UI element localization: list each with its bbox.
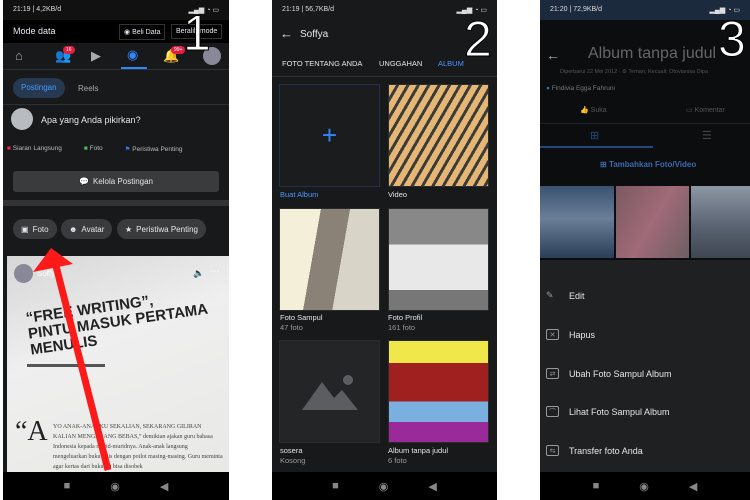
like-label: Suka [590,107,607,114]
album-name[interactable]: Video [388,190,407,199]
image-placeholder-icon [301,374,358,410]
image-icon: ⌒ [546,406,559,417]
menu-edit[interactable]: ✎ Edit [546,290,585,301]
comment-label: Komentar [694,107,725,114]
thumbs-up-icon: 👍 [580,107,591,114]
status-time: 21:20 | 72,9KB/d [550,6,603,13]
android-nav-bar: ■ ◉ ◀ [540,472,750,500]
album-count: 161 foto [388,323,416,332]
screen-1: 21:19 | 4,2KB/d ▂▄▆ ◔ ▭ Mode data ◉ Beli … [3,0,229,500]
album-sosera-thumb[interactable] [279,340,380,443]
liker-name: Findivia Egga Fahruni [551,85,615,92]
step-number: 3 [718,11,747,67]
album-name[interactable]: Foto Profil [388,313,422,322]
recents-icon[interactable]: ■ [64,480,71,492]
comment-button[interactable]: ▭ Komentar [686,106,725,114]
menu-label: Transfer foto Anda [569,445,643,456]
menu-label: Lihat Foto Sampul Album [569,406,670,417]
android-nav-bar: ■ ◉ ◀ [3,472,229,500]
add-photo-button[interactable]: ⊞ Tambahkan Foto/Video [600,160,696,169]
album-photo[interactable] [616,186,689,258]
folder-transfer-icon: ⇆ [546,445,559,456]
add-photo-label: Tambahkan Foto/Video [608,160,697,169]
album-subtitle: Diperbarui 22 Mei 2012 · ⚙ Teman; Kecual… [560,69,708,75]
screen-2: 21:19 | 56,7KB/d ▂▄▆ ◔ ▭ ← Soffya FOTO TE… [272,0,497,500]
album-cover-thumb[interactable] [279,208,380,311]
like-button[interactable]: 👍 Suka [580,106,607,114]
step-number: 1 [183,5,212,61]
android-nav-bar: ■ ◉ ◀ [272,472,497,500]
album-count: Kosong [280,456,306,465]
album-profile-thumb[interactable] [388,208,489,311]
red-arrow-annotation [33,248,112,471]
album-photo[interactable] [691,186,750,258]
home-button-icon[interactable]: ◉ [110,480,120,493]
album-name[interactable]: Buat Album [280,190,318,199]
swap-image-icon: ⇄ [546,368,559,379]
menu-change-cover[interactable]: ⇄ Ubah Foto Sampul Album [546,368,672,379]
album-count: 47 foto [280,323,303,332]
album-photo[interactable] [540,186,614,258]
album-count: 6 foto [388,456,407,465]
active-tab-indicator [540,146,653,148]
menu-view-cover[interactable]: ⌒ Lihat Foto Sampul Album [546,406,670,417]
comment-icon: ▭ [686,107,695,114]
recents-icon[interactable]: ■ [332,480,339,492]
back-arrow-icon[interactable]: ← [546,47,560,63]
pencil-icon: ✎ [546,290,554,300]
home-button-icon[interactable]: ◉ [379,480,389,493]
album-name[interactable]: Album tanpa judul [388,446,448,455]
menu-label: Hapus [569,329,596,340]
tab-album[interactable]: ALBUM [438,59,464,68]
plus-icon: + [321,120,338,150]
tab-foto-tentang-anda[interactable]: FOTO TENTANG ANDA [282,59,362,68]
screen-3: 21:20 | 72,9KB/d ▂▄▆ ◔ ▭ ← Album tanpa ju… [540,0,750,500]
page-title: Soffya [300,29,329,40]
menu-label: Ubah Foto Sampul Album [569,368,672,379]
liker-line: ● Findivia Egga Fahruni [546,85,615,92]
back-icon[interactable]: ◀ [160,480,168,493]
recents-icon[interactable]: ■ [593,480,600,492]
album-name[interactable]: Foto Sampul [280,313,323,322]
album-title: Album tanpa judul [588,45,717,62]
divider [272,76,497,77]
back-icon[interactable]: ◀ [428,480,436,493]
delete-icon: ✕ [546,329,559,340]
album-untitled-thumb[interactable] [388,340,489,443]
back-icon[interactable]: ◀ [689,480,697,493]
status-time: 21:19 | 56,7KB/d [282,6,335,13]
album-video-thumb[interactable] [388,84,489,187]
album-name[interactable]: sosera [280,446,303,455]
menu-transfer[interactable]: ⇆ Transfer foto Anda [546,445,643,456]
create-album-tile[interactable]: + [279,84,380,187]
tab-unggahan[interactable]: UNGGAHAN [379,59,422,68]
step-number: 2 [464,11,493,67]
home-button-icon[interactable]: ◉ [639,480,649,493]
menu-delete[interactable]: ✕ Hapus [546,329,595,340]
back-arrow-icon[interactable]: ← [280,26,293,41]
add-photo-icon: ⊞ [600,160,609,169]
divider [540,123,750,124]
grid-view-icon[interactable]: ⊞ [590,129,599,142]
menu-label: Edit [569,290,585,301]
list-view-icon[interactable]: ☰ [702,129,712,142]
